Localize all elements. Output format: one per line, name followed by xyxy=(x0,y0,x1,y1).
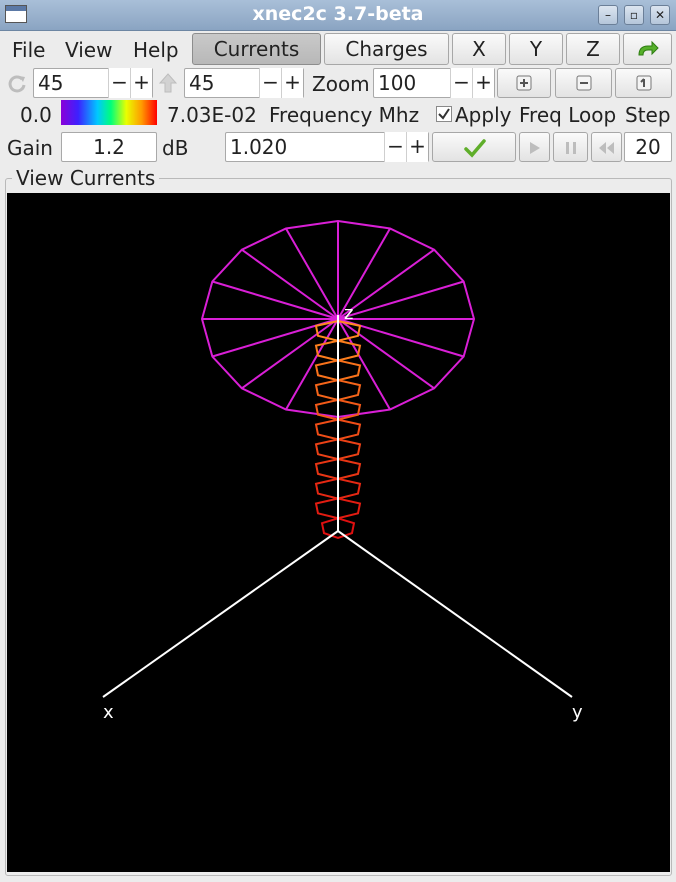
redo-view-button[interactable] xyxy=(623,33,672,65)
pause-button[interactable] xyxy=(553,132,588,162)
zoom-spinbox[interactable]: 100 − + xyxy=(373,68,495,98)
color-scale-bar xyxy=(61,100,157,125)
rotate-icon xyxy=(8,75,26,93)
rotate-spinbox[interactable]: 45 − + xyxy=(33,68,153,98)
close-button[interactable]: ✕ xyxy=(650,5,670,25)
close-icon: ✕ xyxy=(654,8,666,22)
y-axis-line xyxy=(337,530,573,698)
currents-toggle-button[interactable]: Currents xyxy=(192,33,321,65)
scale-min-value: 0.0 xyxy=(20,103,52,127)
minimize-icon: – xyxy=(605,8,611,22)
zoom-out-button[interactable] xyxy=(555,68,612,98)
zoom-value: 100 xyxy=(378,71,417,95)
zoom-increment-button[interactable]: + xyxy=(472,68,494,98)
frequency-decrement-button[interactable]: − xyxy=(384,132,406,162)
disc-spoke xyxy=(337,318,435,390)
incline-value: 45 xyxy=(189,71,215,95)
menu-view[interactable]: View xyxy=(65,38,112,62)
z-axis-label: z xyxy=(344,303,353,324)
pause-icon xyxy=(566,142,576,154)
db-label: dB xyxy=(162,136,189,160)
minimize-button[interactable]: – xyxy=(598,5,618,25)
window-title: xnec2c 3.7-beta xyxy=(252,3,424,25)
rotate-increment-button[interactable]: + xyxy=(130,68,152,98)
incline-spinbox[interactable]: 45 − + xyxy=(184,68,304,98)
zoom-label: Zoom xyxy=(312,72,370,96)
charges-toggle-button[interactable]: Charges xyxy=(324,33,449,65)
x-axis-label: x xyxy=(103,702,114,723)
frequency-spinbox[interactable]: 1.020 − + xyxy=(225,132,429,162)
title-bar[interactable]: xnec2c 3.7-beta – ▫ ✕ xyxy=(0,0,676,31)
play-button[interactable] xyxy=(519,132,550,162)
maximize-button[interactable]: ▫ xyxy=(624,5,644,25)
frame-title: View Currents xyxy=(12,166,160,190)
apply-checkbox[interactable] xyxy=(436,106,452,122)
incline-increment-button[interactable]: + xyxy=(281,68,303,98)
zoom-in-icon xyxy=(516,75,532,91)
frequency-label: Frequency Mhz xyxy=(269,103,420,127)
menu-file[interactable]: File xyxy=(12,38,45,62)
rotate-decrement-button[interactable]: − xyxy=(108,68,130,98)
step-label: Step xyxy=(625,103,671,127)
frequency-increment-button[interactable]: + xyxy=(406,132,428,162)
zoom-decrement-button[interactable]: − xyxy=(450,68,472,98)
zoom-reset-icon xyxy=(636,75,652,91)
structure-drawing-area[interactable]: x y z xyxy=(7,193,670,872)
menu-help[interactable]: Help xyxy=(133,38,179,62)
frequency-value: 1.020 xyxy=(230,135,288,159)
play-icon xyxy=(530,142,540,154)
zoom-out-icon xyxy=(576,75,592,91)
view-x-button[interactable]: X xyxy=(452,33,506,65)
freq-loop-label: Freq Loop xyxy=(519,103,617,127)
disc-spoke xyxy=(241,318,339,390)
rotate-value: 45 xyxy=(38,71,64,95)
gain-label: Gain xyxy=(7,136,53,160)
gain-input[interactable]: 1.2 xyxy=(61,132,157,162)
zoom-in-button[interactable] xyxy=(497,68,551,98)
view-z-button[interactable]: Z xyxy=(566,33,620,65)
disc-spoke xyxy=(241,248,339,320)
step-input[interactable]: 20 xyxy=(624,132,672,162)
checkmark-icon xyxy=(438,108,450,120)
rewind-icon xyxy=(599,142,614,154)
x-axis-line xyxy=(102,530,339,698)
zoom-reset-button[interactable] xyxy=(615,68,672,98)
incline-decrement-button[interactable]: − xyxy=(259,68,281,98)
rewind-button[interactable] xyxy=(591,132,622,162)
check-apply-icon xyxy=(464,139,486,158)
y-axis-label: y xyxy=(572,702,583,723)
incline-icon xyxy=(158,73,178,93)
apply-frequency-button[interactable] xyxy=(432,132,516,162)
antenna-structure-view: x y z xyxy=(102,219,583,723)
maximize-icon: ▫ xyxy=(629,8,639,22)
view-y-button[interactable]: Y xyxy=(509,33,563,65)
redo-arrow-icon xyxy=(638,40,659,56)
scale-max-value: 7.03E-02 xyxy=(167,103,257,127)
apply-label: Apply xyxy=(455,103,512,127)
